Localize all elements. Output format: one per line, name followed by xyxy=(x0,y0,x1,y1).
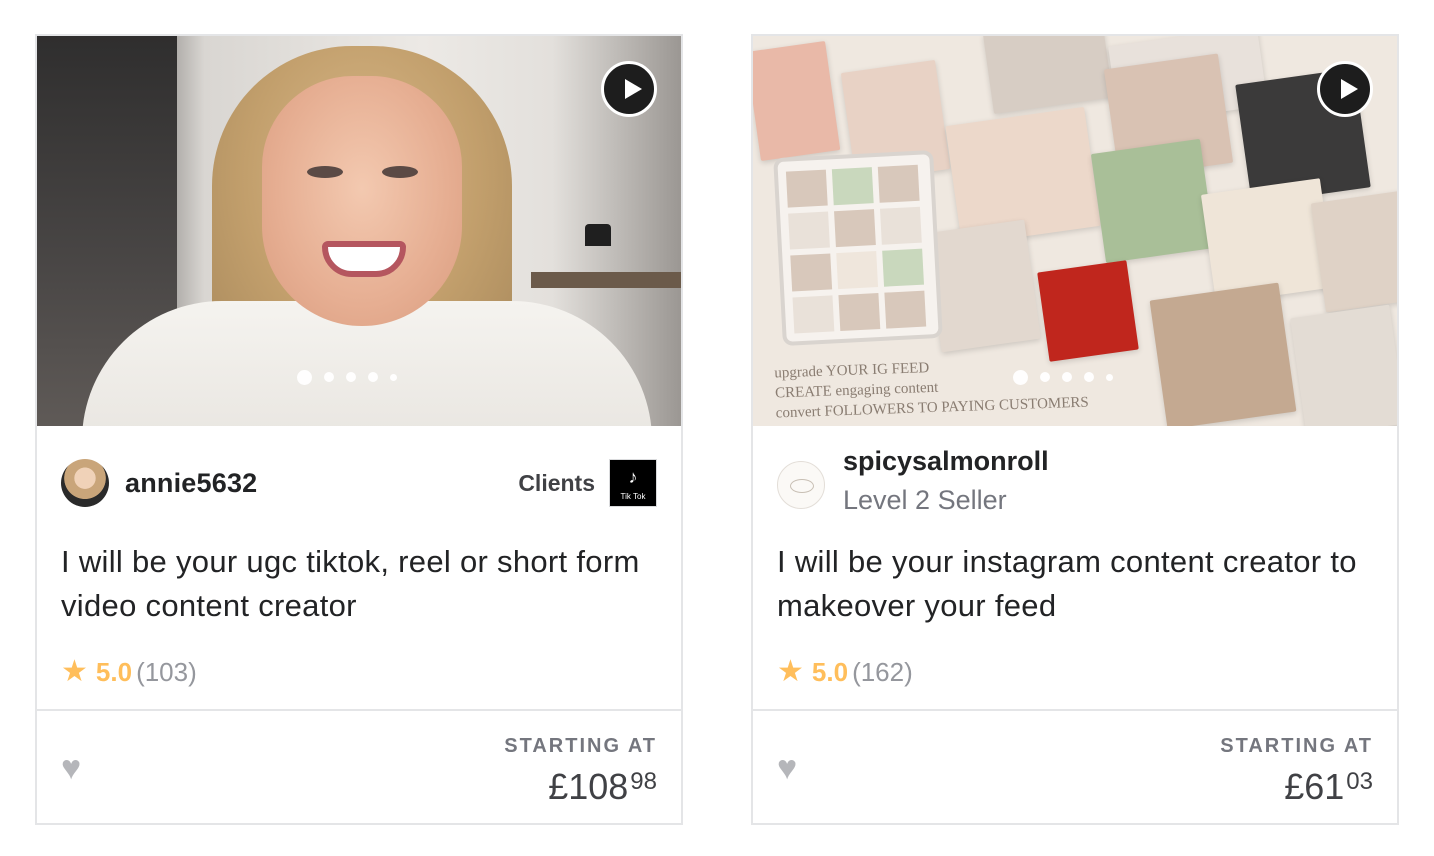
image-detail xyxy=(785,169,828,208)
tiktok-note-icon: ♪ xyxy=(628,467,638,487)
image-detail xyxy=(834,209,876,248)
image-detail xyxy=(879,206,922,245)
image-detail xyxy=(1090,138,1216,264)
divider xyxy=(753,709,1397,711)
rating-count: (162) xyxy=(852,656,913,687)
image-detail xyxy=(983,36,1113,114)
carousel-dot[interactable] xyxy=(1013,369,1028,385)
avatar[interactable] xyxy=(61,459,109,507)
gig-card[interactable]: upgrade YOUR IG FEED CREATE engaging con… xyxy=(751,34,1399,825)
play-icon[interactable] xyxy=(1317,61,1373,117)
rating: ★ 5.0 (103) xyxy=(61,654,197,690)
play-icon[interactable] xyxy=(601,61,657,117)
seller-level: Level 2 Seller xyxy=(843,485,1007,515)
clients-label: Clients xyxy=(518,469,595,496)
seller-info: annie5632 xyxy=(61,458,257,508)
avatar[interactable] xyxy=(777,461,825,509)
price-main: £108 xyxy=(548,766,629,807)
gig-title[interactable]: I will be your ugc tiktok, reel or short… xyxy=(61,540,661,628)
carousel-dot[interactable] xyxy=(1062,372,1072,382)
image-detail xyxy=(877,164,920,203)
tiktok-logo-icon: ♪ Tik Tok xyxy=(609,459,657,507)
price-main: £61 xyxy=(1284,766,1345,807)
tiktok-logo-text: Tik Tok xyxy=(620,492,646,501)
image-detail xyxy=(531,272,681,288)
carousel-dots[interactable] xyxy=(297,369,397,385)
carousel-dot[interactable] xyxy=(1040,372,1050,382)
price-cents: 03 xyxy=(1346,768,1373,795)
starting-at-label: STARTING AT xyxy=(504,735,657,757)
image-detail xyxy=(382,166,418,178)
image-detail xyxy=(753,40,841,162)
carousel-dot[interactable] xyxy=(390,373,397,381)
rating-count: (103) xyxy=(136,656,197,687)
carousel-dot[interactable] xyxy=(368,372,378,382)
divider xyxy=(37,709,681,711)
gig-image[interactable]: upgrade YOUR IG FEED CREATE engaging con… xyxy=(753,36,1397,426)
seller-username[interactable]: spicysalmonroll xyxy=(843,446,1049,477)
gig-image[interactable] xyxy=(37,36,681,426)
price: £108 98 xyxy=(548,766,657,808)
seller-username[interactable]: annie5632 xyxy=(125,468,257,499)
price-cents: 98 xyxy=(630,768,657,795)
carousel-dot[interactable] xyxy=(346,372,356,382)
rating: ★ 5.0 (162) xyxy=(777,654,913,690)
clients-badge: Clients ♪ Tik Tok xyxy=(518,458,657,508)
gig-title[interactable]: I will be your instagram content creator… xyxy=(777,540,1377,628)
heart-icon[interactable]: ♥ xyxy=(61,751,95,785)
image-detail xyxy=(307,166,343,178)
image-detail xyxy=(884,290,927,329)
image-detail xyxy=(585,224,611,246)
image-detail xyxy=(790,253,833,292)
image-detail xyxy=(1310,189,1397,313)
carousel-dot[interactable] xyxy=(324,372,334,382)
seller-info xyxy=(777,460,825,510)
image-detail xyxy=(773,149,943,347)
star-icon: ★ xyxy=(61,655,88,688)
price: £61 03 xyxy=(1284,766,1373,808)
gig-card[interactable]: annie5632 Clients ♪ Tik Tok I will be yo… xyxy=(35,34,683,825)
image-detail xyxy=(1037,260,1139,362)
image-detail xyxy=(925,219,1041,353)
image-detail xyxy=(322,241,406,277)
image-detail xyxy=(882,248,925,287)
image-detail xyxy=(792,295,835,334)
image-detail xyxy=(788,211,830,250)
rating-score: 5.0 xyxy=(811,656,849,687)
image-detail xyxy=(1149,282,1297,426)
image-caption: upgrade YOUR IG FEED CREATE engaging con… xyxy=(774,353,1089,424)
image-detail xyxy=(836,251,879,290)
starting-at-label: STARTING AT xyxy=(1220,735,1373,757)
image-detail xyxy=(831,167,874,206)
image-detail xyxy=(838,292,881,332)
rating-score: 5.0 xyxy=(95,656,133,687)
heart-icon[interactable]: ♥ xyxy=(777,751,811,785)
carousel-dot[interactable] xyxy=(1106,373,1113,381)
carousel-dot[interactable] xyxy=(1084,372,1094,382)
image-detail xyxy=(262,76,462,326)
carousel-dots[interactable] xyxy=(1013,369,1113,385)
carousel-dot[interactable] xyxy=(297,369,312,385)
star-icon: ★ xyxy=(777,655,804,688)
image-detail xyxy=(1290,304,1397,426)
